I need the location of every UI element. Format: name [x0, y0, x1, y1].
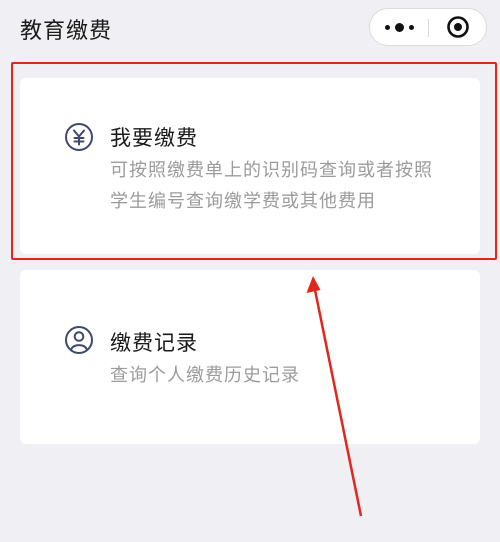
- annotation-arrow: [306, 276, 363, 517]
